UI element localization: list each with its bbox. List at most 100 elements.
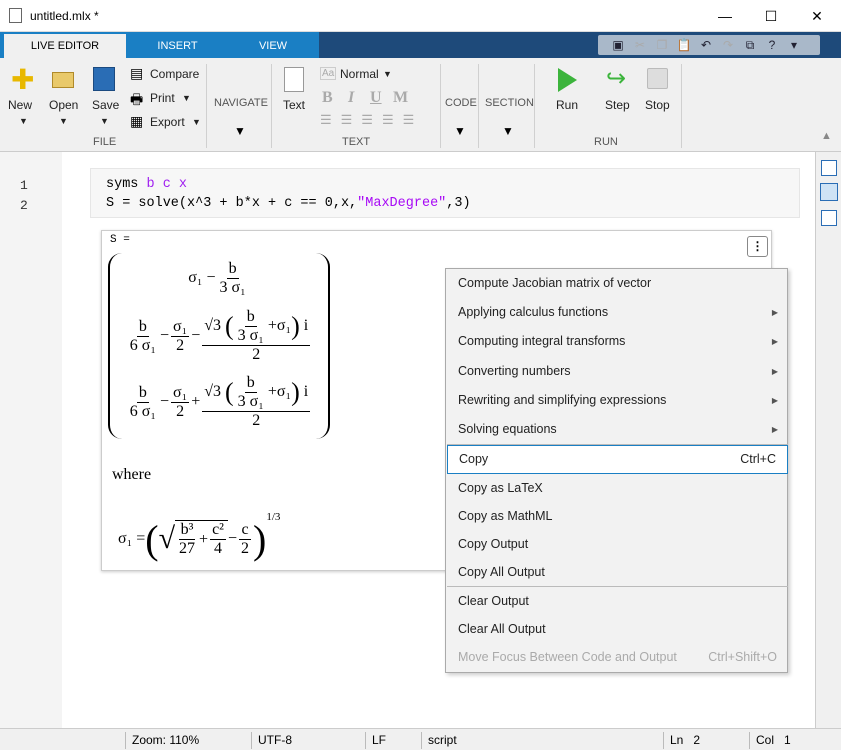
menu-item-label: Converting numbers [458,364,571,378]
paragraph-icons[interactable]: ☰☰☰☰☰ [320,112,423,128]
caret-down-icon[interactable]: ▼ [59,116,68,126]
menu-item-copy-all-output[interactable]: Copy All Output [447,558,788,587]
close-button[interactable]: ✕ [794,0,840,32]
menu-item-label: Computing integral transforms [458,334,626,348]
window-switch-icon[interactable]: ⧉ [742,37,758,53]
navigate-button[interactable]: NAVIGATE [214,97,268,109]
copy-icon[interactable]: ❐ [654,37,670,53]
text-button[interactable]: Text [283,98,305,112]
menu-item-label: Compute Jacobian matrix of vector [458,276,652,290]
redo-icon[interactable]: ↷ [720,37,736,53]
menu-item-clear-all-output[interactable]: Clear All Output [447,615,788,644]
tab-insert[interactable]: INSERT [130,34,225,58]
menu-shortcut: Ctrl+C [740,452,776,466]
caret-down-icon[interactable]: ▼ [192,117,201,127]
caret-down-icon[interactable]: ▼ [100,116,109,126]
document-icon [9,8,22,23]
menu-item-label: Copy Output [458,537,529,551]
minimize-button[interactable]: — [702,0,748,32]
line-ending: LF [365,732,421,749]
caret-down-icon[interactable]: ▼ [234,124,246,138]
save-button[interactable]: Save [92,98,119,112]
tab-live-editor[interactable]: LIVE EDITOR [4,34,126,58]
save-icon[interactable]: ▣ [610,37,626,53]
menu-item-label: Clear All Output [458,622,546,636]
output-inline-icon[interactable] [820,183,838,201]
tab-view[interactable]: VIEW [228,34,318,58]
matrix-row-3: b6 σ₁ − σ₁ 2 + √3 (b 3 σ₁ +σ₁) i2 [129,374,311,429]
stop-icon [647,68,668,89]
caret-down-icon[interactable]: ▼ [383,69,392,79]
undo-icon[interactable]: ↶ [698,37,714,53]
submenu-arrow-icon: ▶ [771,425,778,434]
cut-icon[interactable]: ✂ [632,37,648,53]
menu-item-rewriting-and-simplifying-expressions[interactable]: Rewriting and simplifying expressions ▶ [447,386,788,415]
menu-item-applying-calculus-functions[interactable]: Applying calculus functions ▶ [447,298,788,327]
line-number: 2 [20,198,28,213]
menu-item-move-focus-between-code-and-output: Move Focus Between Code and Output Ctrl+S… [447,643,788,672]
run-button[interactable]: Run [556,98,578,112]
context-menu: Compute Jacobian matrix of vector Applyin… [445,268,788,673]
menu-item-converting-numbers[interactable]: Converting numbers ▶ [447,357,788,386]
step-button[interactable]: Step [605,98,630,112]
menu-item-compute-jacobian-matrix-of-vector[interactable]: Compute Jacobian matrix of vector [447,269,788,298]
bold-button[interactable]: B [322,89,333,107]
code-line-2[interactable]: S = solve(x^3 + b*x + c == 0,x,"MaxDegre… [106,196,471,211]
underline-button[interactable]: U [370,89,382,107]
stop-button[interactable]: Stop [645,98,670,112]
caret-down-icon[interactable]: ▼ [182,93,191,103]
solution-matrix: σ₁ − b3 σ₁ b6 σ₁ − σ₁ 2 − √3 (b 3 σ₁ +σ₁) i… [108,253,330,439]
section-button[interactable]: SECTION [485,97,534,109]
menu-item-copy[interactable]: Copy Ctrl+C [447,445,788,474]
quick-access-toolbar: ▣ ✂ ❐ 📋 ↶ ↷ ⧉ ? ▾ [598,35,820,55]
menu-item-copy-as-latex[interactable]: Copy as LaTeX [447,474,788,503]
menu-item-label: Copy as MathML [458,509,553,523]
help-icon[interactable]: ? [764,37,780,53]
compare-button[interactable]: Compare [150,67,199,81]
step-icon: ↪ [606,65,627,92]
file-mode: script [421,732,663,749]
print-button[interactable]: Print [150,91,175,105]
code-button[interactable]: CODE [445,97,477,109]
menu-item-solving-equations[interactable]: Solving equations ▶ [447,415,788,444]
print-icon: 🖶 [130,91,144,107]
menu-item-label: Copy [459,452,489,466]
monospace-button[interactable]: M [393,89,408,107]
menu-item-copy-as-mathml[interactable]: Copy as MathML [447,502,788,531]
collapse-ribbon-icon[interactable]: ▲ [821,130,832,142]
export-button[interactable]: Export [150,115,185,129]
zoom-level[interactable]: Zoom: 110% [125,732,251,749]
menu-item-clear-output[interactable]: Clear Output [447,587,788,616]
column-position: Col 1 [749,732,829,749]
open-button[interactable]: Open [49,98,78,112]
menu-item-copy-output[interactable]: Copy Output [447,530,788,559]
submenu-arrow-icon: ▶ [771,337,778,346]
maximize-button[interactable]: ☐ [748,0,794,32]
submenu-arrow-icon: ▶ [771,308,778,317]
title-bar: untitled.mlx * — ☐ ✕ [0,0,841,32]
encoding: UTF-8 [251,732,365,749]
matrix-row-1: σ₁ − b3 σ₁ [188,259,246,296]
compare-icon: ▤ [130,65,144,81]
caret-down-icon[interactable]: ▼ [454,124,466,138]
more-icon[interactable]: ▾ [786,37,802,53]
text-icon [284,67,304,92]
ribbon-tabs: LIVE EDITOR INSERT VIEW ▣ ✂ ❐ 📋 ↶ ↷ ⧉ ? … [0,32,841,58]
export-icon: ▦ [130,113,144,129]
more-options-icon[interactable]: ⋮ [747,236,768,257]
line-position: Ln 2 [663,732,749,749]
menu-item-computing-integral-transforms[interactable]: Computing integral transforms ▶ [447,327,788,356]
code-line-1[interactable]: syms b c x [106,177,187,192]
style-dropdown[interactable]: Normal [340,67,379,81]
caret-down-icon[interactable]: ▼ [502,124,514,138]
output-right-icon[interactable] [821,160,837,176]
paste-icon[interactable]: 📋 [676,37,692,53]
menu-item-label: Applying calculus functions [458,305,609,319]
italic-button[interactable]: I [348,89,354,107]
line-number: 1 [20,178,28,193]
hide-code-icon[interactable] [821,210,837,226]
code-block[interactable]: syms b c x S = solve(x^3 + b*x + c == 0,… [90,168,800,218]
new-button[interactable]: New [8,98,32,112]
group-label-file: FILE [93,136,117,148]
caret-down-icon[interactable]: ▼ [19,116,28,126]
